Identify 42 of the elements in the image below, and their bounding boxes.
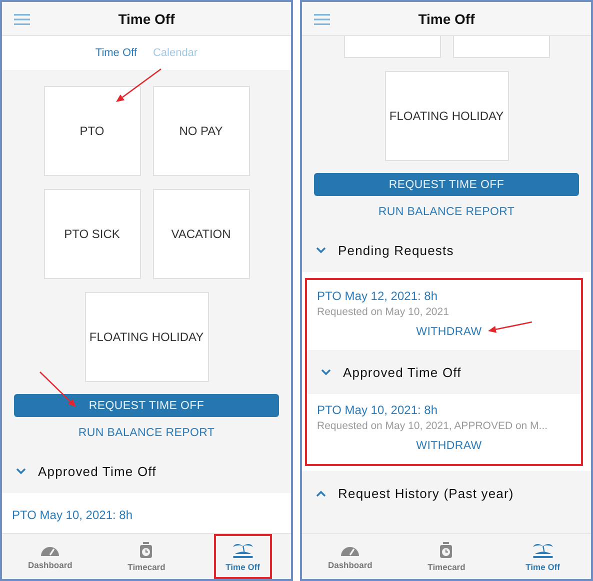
section-title: Request History (Past year) — [338, 486, 514, 500]
type-tile[interactable]: PTO SICK — [44, 189, 140, 279]
chevron-down-icon — [321, 368, 331, 376]
menu-icon[interactable] — [314, 14, 330, 25]
section-title: Approved Time Off — [38, 464, 156, 478]
type-tile[interactable]: FLOATING HOLIDAY — [384, 71, 508, 161]
section-title: Pending Requests — [338, 242, 454, 258]
screen-title: Time Off — [118, 10, 175, 26]
type-tile[interactable]: PTO — [44, 86, 140, 176]
chevron-down-icon — [16, 468, 26, 474]
report-link[interactable]: RUN BALANCE REPORT — [78, 427, 215, 439]
palm-island-icon — [532, 541, 554, 559]
chevron-up-icon — [316, 490, 326, 496]
palm-island-icon — [232, 541, 254, 559]
segment-tab[interactable]: Time Off — [95, 47, 137, 59]
section-header[interactable]: Approved Time Off — [307, 350, 581, 394]
request-title[interactable]: PTO May 10, 2021: 8h — [317, 402, 581, 418]
type-tile[interactable]: VACATION — [152, 189, 250, 279]
section-title: Approved Time Off — [343, 364, 462, 380]
request-button[interactable]: REQUEST TIME OFF — [314, 173, 579, 196]
request-title[interactable]: PTO May 12, 2021: 8h — [317, 288, 581, 304]
tab-item[interactable]: Dashboard — [321, 534, 380, 579]
request-detail: Requested on May 10, 2021, APPROVED on M... — [317, 419, 549, 434]
menu-icon[interactable] — [14, 14, 30, 25]
type-tile[interactable] — [344, 36, 440, 58]
tab-item[interactable]: Timecard — [117, 534, 176, 579]
stopwatch-icon — [439, 542, 454, 558]
stopwatch-icon — [139, 542, 154, 558]
tab-item[interactable]: Timecard — [417, 534, 476, 579]
request-button[interactable]: REQUEST TIME OFF — [14, 394, 279, 417]
withdraw-link[interactable]: WITHDRAW — [416, 440, 482, 452]
tab-item[interactable]: Dashboard — [21, 534, 80, 579]
type-tile[interactable] — [452, 36, 550, 58]
report-link[interactable]: RUN BALANCE REPORT — [378, 206, 515, 218]
chevron-down-icon — [316, 246, 326, 254]
type-tile[interactable]: NO PAY — [152, 86, 250, 176]
withdraw-link[interactable]: WITHDRAW — [416, 326, 482, 338]
request-detail: Requested on May 10, 2021 — [317, 305, 450, 320]
tab-item[interactable]: Time Off — [514, 534, 572, 579]
tab-item[interactable]: Time Off — [214, 534, 272, 579]
type-tile[interactable]: FLOATING HOLIDAY — [84, 292, 208, 382]
screen-title: Time Off — [418, 10, 475, 26]
